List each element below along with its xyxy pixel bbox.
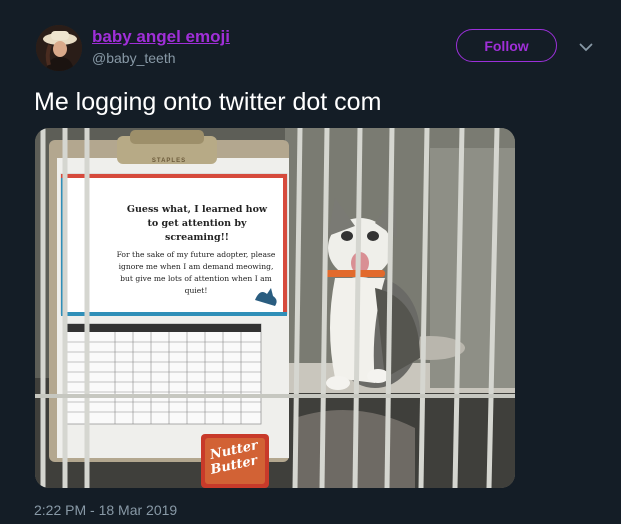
tweet-card: baby angel emoji @baby_teeth Follow Me l… (0, 0, 621, 524)
kitten-cage-illustration (35, 128, 515, 488)
sign-body: For the sake of my future adopter, pleas… (116, 250, 276, 295)
follow-button[interactable]: Follow (456, 29, 557, 62)
tweet-timestamp[interactable]: 2:22 PM - 18 Mar 2019 (34, 502, 177, 518)
follow-button-label: Follow (484, 37, 529, 54)
tweet-text: Me logging onto twitter dot com (34, 88, 382, 116)
tweet-photo[interactable]: STAPLES Guess what, I learned how to get… (35, 128, 515, 488)
user-handle[interactable]: @baby_teeth (92, 50, 176, 66)
avatar-image (36, 25, 82, 71)
avatar[interactable] (36, 25, 82, 71)
chevron-down-icon[interactable] (576, 37, 596, 57)
display-name[interactable]: baby angel emoji (92, 27, 230, 47)
sign-headline: Guess what, I learned how to get attenti… (126, 204, 268, 243)
clipboard-brand: STAPLES (151, 158, 187, 164)
